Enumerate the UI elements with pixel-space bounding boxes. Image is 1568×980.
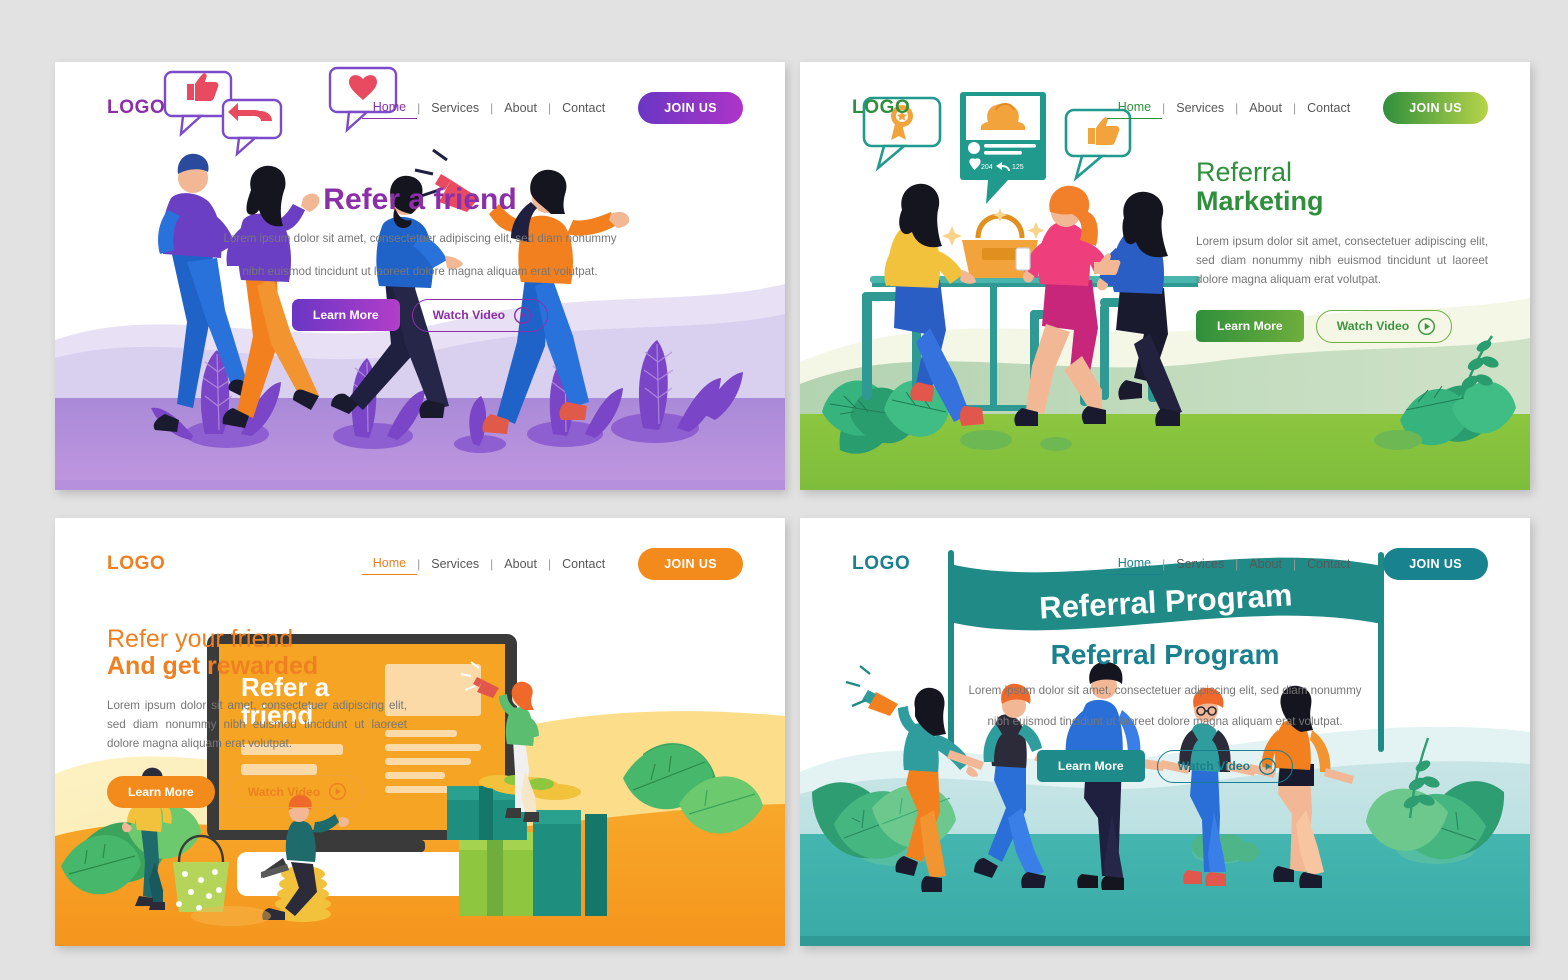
hero-body-line-1: Lorem ipsum dolor sit amet, consectetuer… (223, 232, 617, 246)
page-title: Refer your friend And get rewarded (107, 626, 407, 680)
watch-video-button[interactable]: Watch Video (226, 775, 364, 809)
watch-video-label: Watch Video (247, 784, 321, 799)
main-nav: Home | Services | About | Contact JOIN U… (361, 548, 743, 580)
landing-page-refer-and-get-rewarded: Refer a friend LOGO Home | Services | Ab… (55, 518, 785, 946)
hero-button-row: Learn More Watch Video (800, 749, 1530, 783)
join-us-button[interactable]: JOIN US (1383, 548, 1488, 580)
nav-item-home[interactable]: Home (1106, 98, 1163, 119)
main-nav: Home | Services | About | Contact JOIN U… (1106, 92, 1488, 124)
page-title: Referral Program (1050, 639, 1280, 670)
page-title-line-2: And get rewarded (107, 652, 319, 680)
join-us-button[interactable]: JOIN US (638, 92, 743, 124)
nav-item-home[interactable]: Home (361, 98, 418, 119)
nav-item-contact[interactable]: Contact (1296, 99, 1361, 117)
hero-button-row: Learn More Watch Video (107, 775, 407, 809)
learn-more-button[interactable]: Learn More (1036, 750, 1145, 783)
hero-body-line-2: nibh euismod tincidunt ut laoreet dolore… (242, 265, 598, 279)
logo[interactable]: LOGO (107, 97, 165, 119)
nav-item-contact[interactable]: Contact (551, 99, 616, 117)
hero-content: Referral Marketing Lorem ipsum dolor sit… (1196, 157, 1488, 343)
page-title: Referral Marketing (1196, 157, 1488, 217)
main-nav: Home | Services | About | Contact JOIN U… (1106, 548, 1488, 580)
hero-body-line-2: nibh euismod tincidunt ut laoreet dolore… (987, 715, 1343, 729)
learn-more-button[interactable]: Learn More (291, 299, 400, 332)
logo[interactable]: LOGO (107, 553, 165, 575)
nav-item-services[interactable]: Services (1165, 99, 1235, 117)
site-header: LOGO Home | Services | About | Contact J… (55, 62, 785, 154)
hero-content: Refer a friend Lorem ipsum dolor sit ame… (55, 183, 785, 332)
watch-video-button[interactable]: Watch Video (1156, 749, 1294, 783)
hero-body: Lorem ipsum dolor sit amet, consectetuer… (1196, 235, 1488, 286)
page-title-line-1: Refer your friend (107, 625, 294, 653)
nav-item-home[interactable]: Home (1106, 554, 1163, 575)
nav-item-contact[interactable]: Contact (551, 555, 616, 573)
nav-item-services[interactable]: Services (420, 555, 490, 573)
landing-page-refer-a-friend: LOGO Home | Services | About | Contact J… (55, 62, 785, 490)
join-us-button[interactable]: JOIN US (1383, 92, 1488, 124)
nav-item-services[interactable]: Services (1165, 555, 1235, 573)
nav-item-contact[interactable]: Contact (1296, 555, 1361, 573)
site-header: LOGO Home | Services | About | Contact J… (800, 62, 1530, 154)
learn-more-button[interactable]: Learn More (107, 775, 215, 808)
nav-item-about[interactable]: About (493, 99, 548, 117)
hero-body-line-1: Lorem ipsum dolor sit amet, consectetuer… (968, 684, 1362, 698)
watch-video-button[interactable]: Watch Video (1315, 309, 1453, 343)
hero-body: Lorem ipsum dolor sit amet, consectetuer… (107, 699, 407, 750)
nav-item-about[interactable]: About (1238, 99, 1293, 117)
nav-item-home[interactable]: Home (361, 554, 418, 575)
logo[interactable]: LOGO (852, 553, 910, 575)
watch-video-label: Watch Video (1336, 319, 1410, 334)
play-icon (1418, 317, 1436, 335)
watch-video-label: Watch Video (432, 308, 506, 323)
learn-more-button[interactable]: Learn More (1196, 310, 1304, 343)
nav-item-about[interactable]: About (493, 555, 548, 573)
site-header: LOGO Home | Services | About | Contact J… (55, 518, 785, 610)
hero-content: Referral Program Lorem ipsum dolor sit a… (800, 639, 1530, 783)
landing-page-referral-program: Referral Program LOGO Home | Services | … (800, 518, 1530, 946)
hero-content: Refer your friend And get rewarded Lorem… (107, 626, 407, 809)
landing-page-set: LOGO Home | Services | About | Contact J… (0, 0, 1568, 980)
page-title: Refer a friend (323, 183, 517, 216)
play-icon (514, 306, 532, 324)
watch-video-label: Watch Video (1177, 759, 1251, 774)
site-header: LOGO Home | Services | About | Contact J… (800, 518, 1530, 610)
page-title-line-2: Marketing (1196, 186, 1324, 217)
social-likes-count: 204 (981, 164, 993, 171)
social-shares-count: 125 (1012, 164, 1024, 171)
hero-button-row: Learn More Watch Video (1196, 309, 1488, 343)
join-us-button[interactable]: JOIN US (638, 548, 743, 580)
nav-item-about[interactable]: About (1238, 555, 1293, 573)
logo[interactable]: LOGO (852, 97, 910, 119)
page-title-line-1: Referral (1196, 157, 1293, 187)
nav-item-services[interactable]: Services (420, 99, 490, 117)
watch-video-button[interactable]: Watch Video (411, 298, 549, 332)
landing-page-referral-marketing: 204 125 LOGO Home | Services | About | C… (800, 62, 1530, 490)
play-icon (1259, 757, 1277, 775)
hero-button-row: Learn More Watch Video (55, 298, 785, 332)
main-nav: Home | Services | About | Contact JOIN U… (361, 92, 743, 124)
play-icon (329, 783, 347, 801)
